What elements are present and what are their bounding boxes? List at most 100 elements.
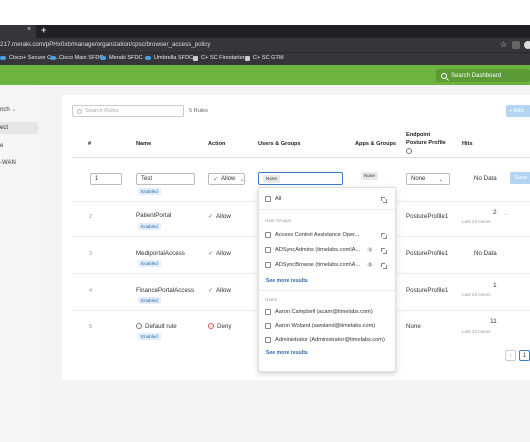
apps-groups-chip[interactable]: None [361, 172, 378, 180]
checkbox[interactable] [265, 262, 271, 268]
screen: × + 217.meraki.com/pPHx0xb/manage/organi… [0, 0, 530, 442]
check-icon: ✓ [208, 214, 214, 220]
address-bar[interactable]: 217.meraki.com/pPHx0xb/manage/organizati… [0, 38, 530, 52]
users-groups-dropdown: All User Groups Access Control Assistanc… [258, 187, 396, 372]
col-header-name[interactable]: Name [136, 141, 151, 147]
checkbox[interactable] [265, 232, 271, 238]
option-user[interactable]: Administrator (Administrator@timelabs.co… [265, 337, 385, 343]
hits-period: Last 24 Hours [462, 329, 491, 334]
col-header-posture[interactable]: Endpoint [406, 132, 430, 138]
option-label: All [275, 196, 282, 202]
sidebar: nch ⌄ ect e -WAN [0, 85, 38, 442]
col-header-posture-sub: Posture Profile [406, 140, 446, 146]
col-header-apps-groups[interactable]: Apps & Groups [355, 141, 396, 147]
sidebar-item-selected[interactable]: ect [0, 122, 38, 134]
rule-action: ✓ Allow [208, 287, 231, 294]
option-group[interactable]: Access Control Assistance Oper... [265, 232, 359, 238]
url-text[interactable]: 217.meraki.com/pPHx0xb/manage/organizati… [0, 41, 210, 48]
rule-action: Deny [208, 323, 231, 330]
option-group[interactable]: ADSyncAdmins (timelabs.com\A... [265, 247, 360, 253]
row-number: 2 [89, 214, 93, 220]
bookmark-item[interactable]: Meraki SFDC [100, 55, 143, 61]
sidebar-item[interactable]: e [0, 143, 3, 149]
rule-name[interactable]: MediportalAccess [136, 250, 185, 257]
option-label: Aaron Woland (awoland@timelabs.com) [275, 323, 376, 329]
extension-icon[interactable] [512, 41, 520, 49]
hits-period: Last 24 Hours [462, 292, 491, 297]
option-group[interactable]: ADSyncBrowse (timelabs.com\A... [265, 262, 360, 268]
count-badge: 0 [367, 262, 374, 267]
selected-chip[interactable]: None [263, 174, 280, 183]
rule-action-label: Allow [216, 213, 231, 220]
expand-icon[interactable] [381, 197, 387, 203]
col-header-hits[interactable]: Hits [462, 141, 473, 147]
cloud-icon [100, 56, 106, 60]
checkbox[interactable] [265, 323, 271, 329]
option-user[interactable]: Aaron Campbell (acam@timelabs.com) [265, 309, 373, 315]
checkbox[interactable] [265, 337, 271, 343]
row-number: 4 [89, 288, 93, 294]
rule-index-input[interactable]: 1 [90, 173, 122, 185]
add-rule-button[interactable]: + Add [506, 105, 530, 117]
col-header-action[interactable]: Action [208, 141, 225, 147]
bookmark-item[interactable]: C+ SC Firestarter [193, 55, 245, 61]
row-menu-icon[interactable]: – [504, 212, 507, 218]
option-label: Aaron Campbell (acam@timelabs.com) [275, 309, 373, 315]
bookmark-star-icon[interactable]: ☆ [500, 40, 507, 49]
hits-period: Last 24 Hours [462, 219, 491, 224]
rule-name[interactable]: PatientPortal [136, 212, 171, 219]
see-more-groups-link[interactable]: See more results [266, 278, 308, 284]
bookmark-label: Cisco Main SFDC [59, 55, 104, 61]
users-groups-select[interactable]: None [258, 172, 343, 185]
rules-count: 5 Rules [189, 108, 208, 114]
col-header-users-groups[interactable]: Users & Groups [258, 141, 301, 147]
check-icon: ✓ [208, 251, 214, 257]
page-button-current[interactable]: 1 [519, 350, 530, 361]
hits-value: 11 [490, 318, 497, 325]
section-heading-user-groups: User Groups [265, 218, 292, 223]
prev-page-button[interactable]: ‹ [505, 350, 516, 361]
bookmark-item[interactable]: Cisco Main SFDC [50, 55, 103, 61]
row-number: 5 [89, 324, 93, 330]
save-button[interactable]: Save [510, 172, 530, 184]
rule-name[interactable]: FinancePortalAccess [136, 287, 194, 294]
tab-close-icon[interactable]: × [27, 26, 31, 33]
option-user[interactable]: Aaron Woland (awoland@timelabs.com) [265, 323, 375, 329]
rule-name-input[interactable]: Test [136, 173, 195, 185]
expand-icon[interactable] [381, 263, 387, 269]
cloud-icon [50, 56, 56, 60]
cloud-icon [0, 56, 6, 60]
see-more-users-link[interactable]: See more results [266, 350, 308, 356]
expand-icon[interactable] [381, 248, 387, 254]
rule-action: ✓ Allow [208, 250, 231, 257]
sidebar-item[interactable]: -WAN [0, 160, 16, 166]
checkbox[interactable] [265, 196, 271, 202]
info-icon[interactable] [406, 148, 412, 154]
checkbox[interactable] [265, 247, 271, 253]
divider [259, 290, 395, 291]
posture-select-value: None [411, 176, 426, 182]
bookmark-label: C+ SC GTM [253, 55, 284, 61]
sidebar-item[interactable]: nch ⌄ [0, 106, 16, 113]
chevron-down-icon: ⌄ [438, 176, 444, 183]
search-rules-input[interactable]: Search Rules [72, 105, 184, 117]
row-number: 3 [89, 251, 93, 257]
hits-value: 2 [493, 209, 497, 216]
posture-select[interactable]: None ⌄ [406, 173, 450, 185]
bookmark-item[interactable]: C+ SC GTM [245, 55, 284, 61]
chevron-down-icon: ⌄ [11, 107, 17, 113]
search-dashboard-button[interactable]: Search Dashboard [436, 69, 530, 82]
info-icon[interactable] [136, 323, 142, 329]
rule-action-label: Allow [216, 287, 231, 294]
rule-name[interactable]: Default rule [136, 323, 177, 330]
bookmark-item[interactable]: Umbrella SFDC [145, 55, 193, 61]
divider [72, 157, 530, 158]
expand-icon[interactable] [381, 233, 387, 239]
browser-tab[interactable]: × [0, 25, 36, 38]
status-badge: Enabled [138, 223, 161, 230]
new-tab-icon[interactable]: + [41, 25, 46, 35]
option-all[interactable]: All [265, 196, 281, 202]
action-select[interactable]: ✓ Allow ⌄ [208, 173, 245, 185]
checkbox[interactable] [265, 309, 271, 315]
profile-icon[interactable] [524, 41, 530, 49]
